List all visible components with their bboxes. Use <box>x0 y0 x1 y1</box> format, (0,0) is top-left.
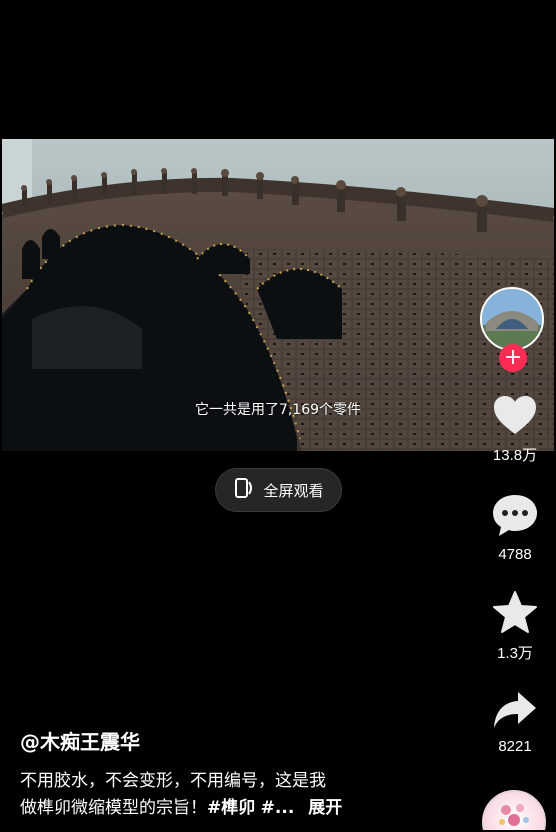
share-arrow-icon <box>492 690 538 734</box>
fullscreen-label: 全屏观看 <box>263 481 324 500</box>
description-line-1: 不用胶水，不会变形，不用编号，这是我 <box>20 771 326 791</box>
description-text: 做榫卯微缩模型的宗旨！ <box>20 798 207 818</box>
follow-button[interactable]: + <box>499 344 527 372</box>
video-description: 不用胶水，不会变形，不用编号，这是我 做榫卯微缩模型的宗旨！#榫卯 #... 展开 <box>20 768 460 822</box>
like-count: 13.8万 <box>492 447 538 464</box>
comment-action[interactable]: 4788 <box>482 492 548 563</box>
hashtag-link-truncated[interactable]: #... <box>261 798 295 818</box>
video-subtitle: 它一共是用了7,169个零件 <box>194 402 362 418</box>
favorite-action[interactable]: 1.3万 <box>482 590 548 663</box>
fullscreen-button[interactable]: 全屏观看 <box>215 468 342 512</box>
share-action[interactable]: 8221 <box>482 690 548 755</box>
comment-bubble-icon <box>491 492 539 542</box>
bridge-thumbnail-icon <box>482 289 542 349</box>
comment-count: 4788 <box>498 546 532 563</box>
description-line-2: 做榫卯微缩模型的宗旨！#榫卯 #... 展开 <box>20 795 460 822</box>
fullscreen-phone-icon <box>233 476 255 504</box>
expand-button[interactable]: 展开 <box>308 798 342 818</box>
star-icon <box>492 590 538 638</box>
music-disc-avatar[interactable] <box>482 790 546 830</box>
favorite-count: 1.3万 <box>497 645 533 662</box>
heart-icon <box>492 394 538 440</box>
flower-icon <box>499 804 529 826</box>
like-action[interactable]: 13.8万 <box>482 394 548 465</box>
hashtag-link[interactable]: #榫卯 <box>207 798 255 818</box>
share-count: 8221 <box>498 738 532 755</box>
creator-avatar[interactable] <box>480 287 544 351</box>
video-feed-screen: 它一共是用了7,169个零件 全屏观看 + 13.8万 4788 1.3万 82… <box>2 2 554 830</box>
author-name[interactable]: @木痴王震华 <box>20 726 140 755</box>
